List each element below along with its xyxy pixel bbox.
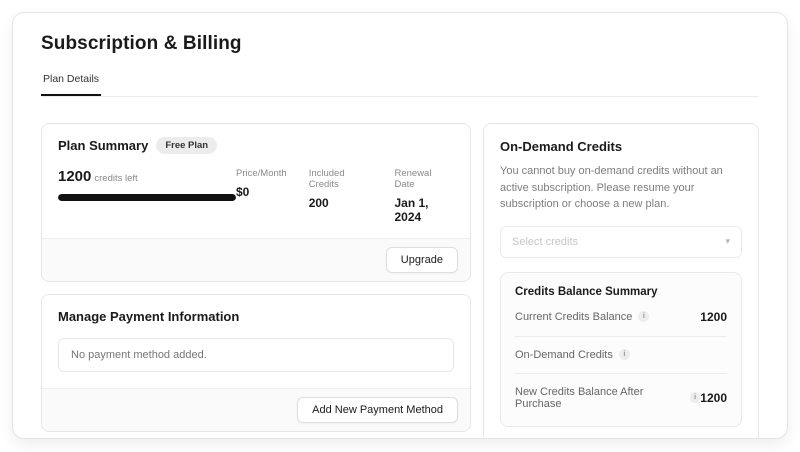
payment-footer: Add New Payment Method bbox=[42, 388, 470, 431]
credits-balance-summary-title: Credits Balance Summary bbox=[515, 286, 727, 298]
tab-bar: Plan Details bbox=[41, 73, 759, 97]
summary-row-current-balance: Current Credits Balance i 1200 bbox=[515, 298, 727, 337]
plan-stats: Price/Month $0 Included Credits 200 Rene… bbox=[236, 168, 454, 224]
info-icon[interactable]: i bbox=[690, 392, 700, 403]
summary-row-new-balance: New Credits Balance After Purchase i 120… bbox=[515, 374, 727, 422]
stat-renewal-date: Renewal Date Jan 1, 2024 bbox=[394, 168, 454, 224]
content-area: Plan Summary Free Plan 1200credits left bbox=[41, 123, 759, 439]
plan-summary-footer: Upgrade bbox=[42, 238, 470, 281]
on-demand-title: On-Demand Credits bbox=[500, 139, 742, 154]
plan-summary-head: Plan Summary Free Plan 1200credits left bbox=[42, 124, 470, 238]
plan-summary-title: Plan Summary bbox=[58, 138, 148, 153]
on-demand-description: You cannot buy on-demand credits without… bbox=[500, 163, 742, 213]
stat-price-month: Price/Month $0 bbox=[236, 168, 287, 224]
stat-included-credits: Included Credits 200 bbox=[309, 168, 373, 224]
info-icon[interactable]: i bbox=[619, 349, 630, 360]
on-demand-credits-card: On-Demand Credits You cannot buy on-dema… bbox=[483, 123, 759, 439]
plan-summary-card: Plan Summary Free Plan 1200credits left bbox=[41, 123, 471, 282]
payment-card: Manage Payment Information No payment me… bbox=[41, 294, 471, 432]
free-plan-badge: Free Plan bbox=[156, 137, 217, 154]
page-title: Subscription & Billing bbox=[41, 33, 759, 55]
tab-plan-details[interactable]: Plan Details bbox=[41, 73, 101, 96]
add-payment-method-button[interactable]: Add New Payment Method bbox=[297, 397, 458, 423]
select-credits-dropdown[interactable]: Select credits ▾ bbox=[500, 226, 742, 258]
upgrade-button[interactable]: Upgrade bbox=[386, 247, 458, 273]
credits-left-label: credits left bbox=[94, 173, 137, 184]
no-payment-method-box: No payment method added. bbox=[58, 338, 454, 372]
credits-balance-summary: Credits Balance Summary Current Credits … bbox=[500, 272, 742, 427]
chevron-down-icon: ▾ bbox=[725, 236, 730, 247]
credits-left-block: 1200credits left bbox=[58, 168, 236, 224]
select-credits-placeholder: Select credits bbox=[512, 236, 578, 248]
payment-body: Manage Payment Information No payment me… bbox=[42, 295, 470, 388]
left-column: Plan Summary Free Plan 1200credits left bbox=[41, 123, 471, 439]
on-demand-body: On-Demand Credits You cannot buy on-dema… bbox=[484, 124, 758, 439]
subscription-billing-panel: Subscription & Billing Plan Details Plan… bbox=[12, 12, 788, 439]
payment-title: Manage Payment Information bbox=[58, 309, 454, 324]
summary-row-on-demand: On-Demand Credits i bbox=[515, 337, 727, 374]
credits-left-value: 1200 bbox=[58, 168, 91, 185]
credits-progress-bar bbox=[58, 194, 236, 201]
right-column: On-Demand Credits You cannot buy on-dema… bbox=[483, 123, 759, 439]
credits-progress-fill bbox=[58, 194, 236, 201]
info-icon[interactable]: i bbox=[638, 311, 649, 322]
